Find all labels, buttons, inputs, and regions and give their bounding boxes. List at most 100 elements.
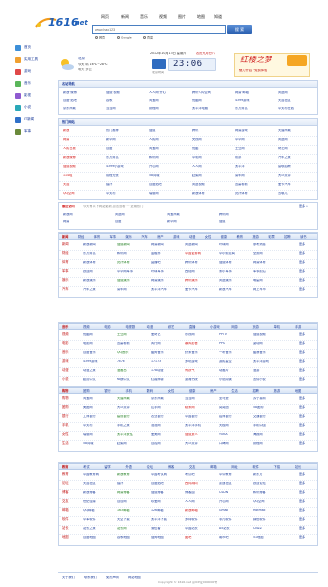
- section-site-link[interactable]: CSDN: [219, 491, 251, 494]
- section-site-link[interactable]: 游民星空: [219, 360, 251, 363]
- section-site-link[interactable]: 和讯博客: [253, 491, 285, 494]
- section-more-link[interactable]: 更多: [299, 360, 305, 363]
- section-more-link[interactable]: 更多: [299, 491, 305, 494]
- famous-site-link[interactable]: 优酷网: [192, 99, 233, 102]
- hot-site-link[interactable]: 新浪微博: [63, 156, 104, 159]
- section-tab[interactable]: 手游: [295, 325, 301, 329]
- section-tab[interactable]: 健康: [221, 235, 227, 239]
- section-category-label[interactable]: 生活: [62, 441, 69, 445]
- section-site-link[interactable]: 百合网: [117, 500, 149, 503]
- footer-link[interactable]: 免责声明: [106, 576, 119, 579]
- section-site-link[interactable]: 中关村: [83, 424, 115, 427]
- section-tab[interactable]: 站长: [295, 465, 301, 469]
- section-site-link[interactable]: 爱奇艺: [151, 333, 183, 336]
- section-tab[interactable]: 健康: [189, 389, 195, 393]
- hot-site-link[interactable]: 猫扑: [106, 183, 147, 186]
- section-site-link[interactable]: 新浪教育: [117, 473, 149, 476]
- section-site-link[interactable]: 中国考试网: [151, 473, 183, 476]
- section-site-link[interactable]: 搜狐娱乐: [117, 279, 149, 282]
- section-site-link[interactable]: 网上车市: [253, 288, 285, 291]
- section-more-link[interactable]: 更多: [299, 527, 305, 530]
- section-site-link[interactable]: 163邮箱: [117, 509, 149, 512]
- hot-site-link[interactable]: 优酷: [192, 147, 233, 150]
- section-site-link[interactable]: QQ音乐: [117, 351, 149, 354]
- recent-site-link[interactable]: 百度: [115, 220, 165, 223]
- section-tab[interactable]: 软件: [253, 465, 259, 469]
- nav-map[interactable]: 地图: [197, 15, 205, 22]
- section-site-link[interactable]: 海报网: [253, 433, 285, 436]
- hot-site-link[interactable]: 人人网: [192, 165, 233, 168]
- section-more-link[interactable]: 更多: [299, 288, 305, 291]
- section-site-link[interactable]: 亚马逊: [219, 397, 251, 400]
- hot-site-link[interactable]: 中华网: [235, 138, 276, 141]
- footer-link[interactable]: 联系我们: [84, 576, 97, 579]
- section-site-link[interactable]: QQ邮箱: [83, 509, 115, 512]
- nav-image[interactable]: 图片: [178, 15, 186, 22]
- section-site-link[interactable]: 人人网: [185, 500, 217, 503]
- famous-site-link[interactable]: 新浪·微博: [63, 91, 104, 94]
- sidebar-item-tools[interactable]: 实用工具: [13, 55, 49, 65]
- section-tab[interactable]: 综艺: [168, 325, 174, 329]
- section-site-link[interactable]: 站长之家: [83, 527, 115, 530]
- section-site-link[interactable]: 搜狐视频: [253, 333, 285, 336]
- section-site-link[interactable]: 开心网: [219, 500, 251, 503]
- section-more-link[interactable]: 更多: [299, 509, 305, 512]
- section-site-link[interactable]: 糯米网: [185, 406, 217, 409]
- section-site-link[interactable]: 考试吧: [185, 473, 217, 476]
- hot-site-link[interactable]: 4399小游戏: [106, 165, 147, 168]
- section-site-link[interactable]: 新东方: [253, 473, 285, 476]
- section-tab[interactable]: 考试: [83, 465, 89, 469]
- section-site-link[interactable]: 51地图: [253, 536, 285, 539]
- section-more-link[interactable]: 更多: [299, 397, 305, 400]
- famous-site-link[interactable]: 携程网: [149, 107, 190, 110]
- section-site-link[interactable]: 城市吧: [219, 536, 251, 539]
- hot-site-link[interactable]: 人民日报: [63, 147, 104, 150]
- section-more-link[interactable]: 更多: [299, 482, 305, 485]
- section-tab[interactable]: 生活: [231, 389, 237, 393]
- section-site-link[interactable]: 网易体育: [253, 261, 285, 264]
- section-more-link[interactable]: 更多: [299, 424, 305, 427]
- section-site-link[interactable]: 图吧: [185, 536, 217, 539]
- section-site-link[interactable]: 太平洋下载: [151, 518, 183, 521]
- section-site-link[interactable]: 非凡软件: [219, 518, 251, 521]
- section-more-link[interactable]: 更多: [299, 378, 305, 381]
- section-site-link[interactable]: 126邮箱: [151, 509, 183, 512]
- hot-site-link[interactable]: 搜狐: [149, 129, 190, 132]
- section-site-link[interactable]: 酷狗音乐: [151, 351, 183, 354]
- section-tab[interactable]: 教育: [62, 465, 68, 469]
- section-tab[interactable]: 房产: [210, 389, 216, 393]
- section-more-link[interactable]: 更多: [299, 333, 305, 336]
- section-site-link[interactable]: 多特软件: [185, 518, 217, 521]
- hot-site-link[interactable]: 网易: [63, 138, 104, 141]
- section-site-link[interactable]: PPTV: [219, 333, 251, 336]
- section-category-label[interactable]: 小说: [62, 377, 69, 381]
- section-site-link[interactable]: PPS: [219, 342, 251, 345]
- famous-site-link[interactable]: 4399游戏: [235, 99, 276, 102]
- section-tab[interactable]: 邮箱: [210, 465, 216, 469]
- section-category-label[interactable]: 视频: [62, 332, 69, 336]
- section-site-link[interactable]: 参考消息: [253, 243, 285, 246]
- section-site-link[interactable]: 环球网: [219, 243, 251, 246]
- section-site-link[interactable]: 携程网: [253, 442, 285, 445]
- famous-site-link[interactable]: 搜狐·视频: [106, 91, 147, 94]
- hot-site-link[interactable]: 新浪体育: [192, 192, 233, 195]
- famous-site-link[interactable]: 人人网·开心: [149, 91, 190, 94]
- famous-site-link[interactable]: 凤凰网: [278, 91, 319, 94]
- section-site-link[interactable]: 腾讯娱乐: [185, 279, 217, 282]
- famous-site-link[interactable]: 太平洋电脑: [192, 107, 233, 110]
- section-site-link[interactable]: 太平洋游戏: [253, 360, 285, 363]
- section-tab[interactable]: 体育: [94, 235, 100, 239]
- section-site-link[interactable]: 金融界: [151, 252, 183, 255]
- section-tab[interactable]: 论坛: [147, 465, 153, 469]
- section-site-link[interactable]: 网易娱乐: [151, 279, 183, 282]
- section-site-link[interactable]: 土豆网: [117, 333, 149, 336]
- section-site-link[interactable]: 搜狐体育: [219, 261, 251, 264]
- section-site-link[interactable]: 西陆网: [185, 270, 217, 273]
- section-category-label[interactable]: 团购: [62, 405, 69, 409]
- section-site-link[interactable]: 178动漫: [151, 369, 183, 372]
- section-tab[interactable]: 外语: [126, 465, 132, 469]
- section-more-link[interactable]: 更多: [299, 243, 305, 246]
- section-site-link[interactable]: 农业银行: [151, 415, 183, 418]
- hot-site-link[interactable]: 赶集网: [192, 174, 233, 177]
- recent-site-link[interactable]: 凤凰网: [115, 213, 165, 216]
